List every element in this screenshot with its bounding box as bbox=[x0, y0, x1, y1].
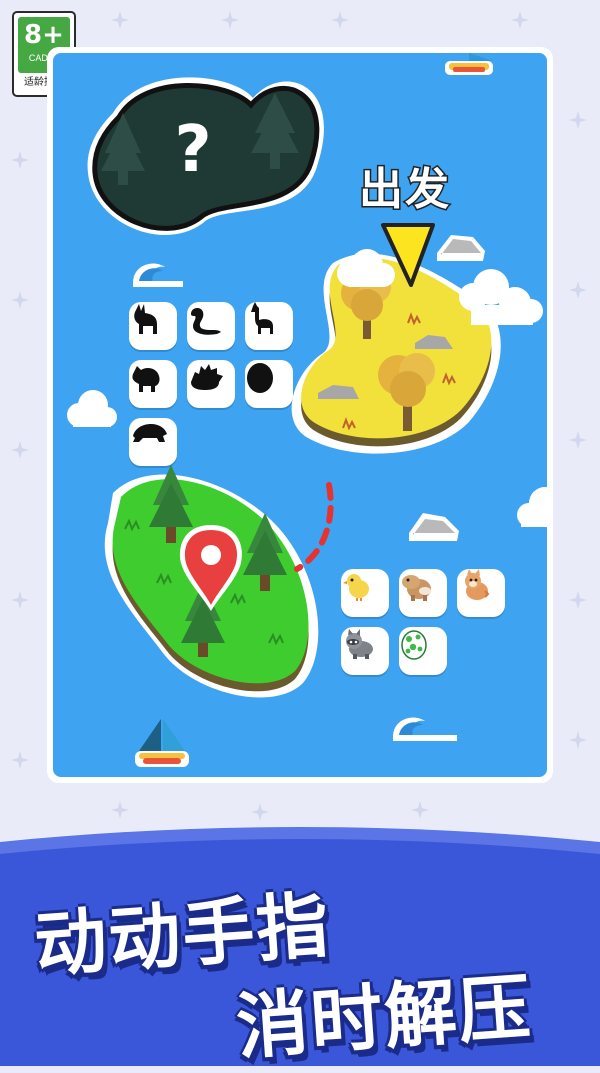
rock-top-right bbox=[437, 235, 485, 261]
sailboat-bottom bbox=[135, 719, 189, 767]
route-dashed-path bbox=[294, 482, 334, 572]
egg-silhouette-icon bbox=[247, 363, 273, 393]
mystery-island[interactable]: ? bbox=[87, 77, 324, 235]
locked-animal-llama[interactable] bbox=[245, 302, 293, 350]
map-card: ? 出发 bbox=[47, 47, 553, 783]
locked-animal-egg[interactable] bbox=[245, 360, 293, 408]
animal-shiba[interactable] bbox=[457, 569, 505, 617]
dino-egg-icon bbox=[401, 630, 427, 660]
turtle-silhouette-icon bbox=[133, 424, 167, 442]
locked-animal-turtle[interactable] bbox=[129, 418, 177, 466]
map-ocean: ? 出发 bbox=[53, 53, 547, 777]
llama-silhouette-icon bbox=[251, 302, 273, 334]
mystery-question-mark: ? bbox=[174, 113, 211, 187]
boar-silhouette-icon bbox=[132, 366, 160, 392]
animal-chick[interactable] bbox=[341, 569, 389, 617]
shiba-icon bbox=[465, 569, 490, 600]
raccoon-icon bbox=[346, 629, 373, 659]
sailboat-top bbox=[445, 53, 493, 75]
rock-right bbox=[409, 513, 459, 541]
locked-animal-boar[interactable] bbox=[129, 360, 177, 408]
animal-capybara[interactable] bbox=[399, 569, 447, 617]
animal-dino-egg[interactable] bbox=[399, 627, 447, 675]
hedgehog-silhouette-icon bbox=[191, 364, 223, 390]
chick-icon bbox=[343, 574, 369, 601]
animal-raccoon[interactable] bbox=[341, 627, 389, 675]
donkey-silhouette-icon bbox=[134, 304, 157, 334]
locked-animal-hedgehog[interactable] bbox=[187, 360, 235, 408]
slogan-line-2: 消时解压 bbox=[233, 964, 536, 1070]
wave-left bbox=[133, 263, 183, 287]
age-rating-value: 8+ bbox=[24, 20, 64, 50]
seal-silhouette-icon bbox=[191, 308, 221, 335]
start-label-outline: 出发 bbox=[358, 163, 451, 217]
map-artwork: ? bbox=[67, 53, 547, 767]
wave-bottom-right bbox=[393, 717, 457, 741]
locked-animal-seal[interactable] bbox=[187, 302, 235, 350]
locked-animal-donkey[interactable] bbox=[129, 302, 177, 350]
capybara-icon bbox=[402, 575, 431, 601]
